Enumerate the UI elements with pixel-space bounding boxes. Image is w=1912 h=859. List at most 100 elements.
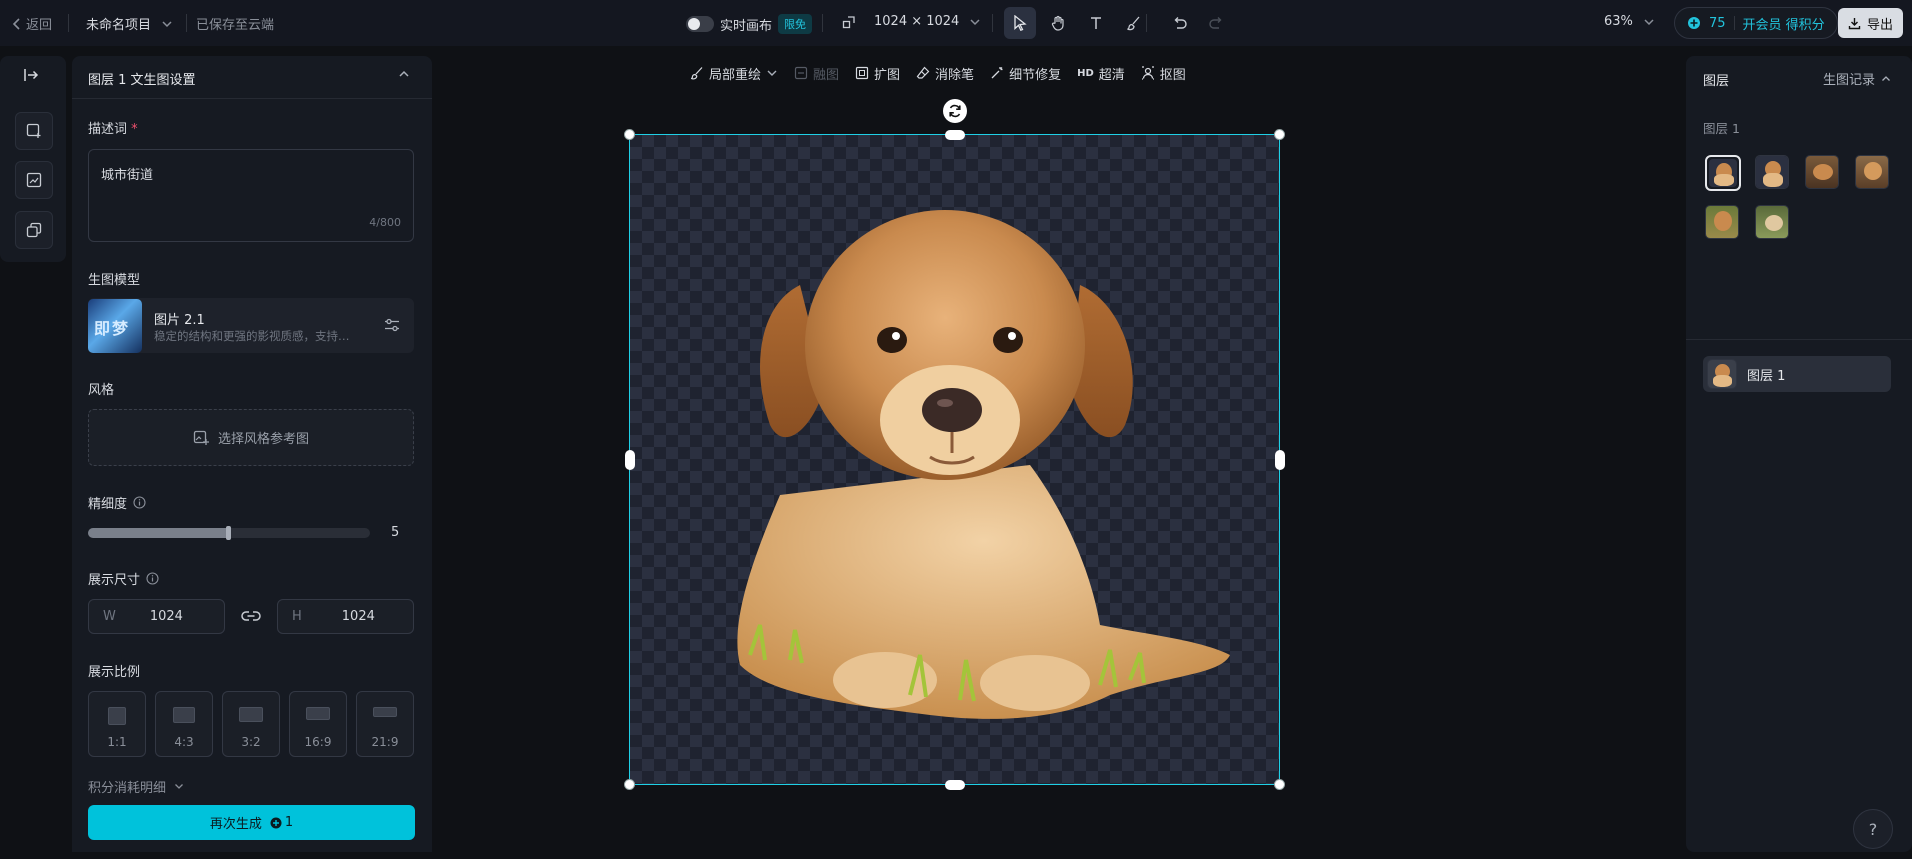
- detail-slider[interactable]: [88, 526, 370, 540]
- resize-handle[interactable]: [1275, 450, 1285, 470]
- resize-handle[interactable]: [624, 779, 635, 790]
- history-tab[interactable]: 生图记录: [1823, 69, 1891, 88]
- text-tool-button[interactable]: [1080, 7, 1112, 39]
- width-prefix: W: [103, 609, 116, 624]
- zoom-dropdown[interactable]: 63%: [1604, 14, 1655, 29]
- resize-handle[interactable]: [625, 450, 635, 470]
- model-selector[interactable]: 即梦 图片 2.1 稳定的结构和更强的影视质感，支持…: [88, 298, 414, 353]
- cost-detail-toggle[interactable]: 积分消耗明细: [88, 777, 184, 796]
- resize-handle[interactable]: [1274, 129, 1285, 140]
- collapse-settings-button[interactable]: [398, 70, 410, 78]
- cutout-button[interactable]: 抠图: [1141, 64, 1186, 83]
- ratio-label-text: 3:2: [241, 735, 261, 749]
- image-plus-icon: [26, 123, 42, 139]
- text-icon: [1089, 16, 1103, 30]
- settings-sliders-icon[interactable]: [384, 318, 400, 332]
- inpaint-label: 局部重绘: [709, 67, 762, 83]
- resize-handle[interactable]: [624, 129, 635, 140]
- image-to-image-button[interactable]: [15, 161, 53, 199]
- size-label: 展示尺寸: [88, 573, 141, 588]
- eraser-icon: [916, 66, 930, 80]
- hand-tool-button[interactable]: [1042, 7, 1074, 39]
- help-button[interactable]: ?: [1853, 809, 1893, 849]
- layers-tab[interactable]: 图层: [1703, 70, 1729, 89]
- width-field[interactable]: W 1024: [88, 599, 225, 634]
- selection-frame: [629, 134, 1280, 785]
- history-thumb[interactable]: [1755, 205, 1789, 239]
- redo-button[interactable]: [1200, 7, 1232, 39]
- ratio-options: 1:1 4:3 3:2 16:9 21:9: [88, 691, 414, 758]
- model-thumbnail: 即梦: [88, 299, 142, 353]
- ratio-option[interactable]: 21:9: [356, 691, 414, 757]
- free-badge: 限免: [778, 14, 813, 34]
- history-thumb[interactable]: [1755, 155, 1789, 189]
- layers-rail-button[interactable]: [15, 211, 53, 249]
- info-icon[interactable]: [146, 572, 159, 585]
- divider: [1686, 339, 1912, 340]
- ratio-label-text: 4:3: [174, 735, 194, 749]
- height-field[interactable]: H 1024: [277, 599, 414, 634]
- slider-thumb[interactable]: [226, 526, 231, 540]
- history-thumb-selected[interactable]: [1705, 155, 1741, 191]
- ratio-shape: [239, 707, 263, 722]
- detail-label: 精细度: [88, 497, 128, 512]
- link-icon: [241, 609, 261, 623]
- divider: [1733, 16, 1735, 30]
- undo-button[interactable]: [1164, 7, 1196, 39]
- toggle-switch[interactable]: [686, 16, 714, 32]
- ratio-option[interactable]: 3:2: [222, 691, 280, 757]
- export-button[interactable]: 导出: [1838, 8, 1904, 38]
- ratio-label-text: 1:1: [107, 735, 127, 749]
- expand-button[interactable]: 扩图: [855, 64, 900, 83]
- detail-fix-button[interactable]: 细节修复: [990, 64, 1061, 83]
- vip-label: 开会员 得积分: [1742, 17, 1825, 33]
- eraser-button[interactable]: 消除笔: [916, 64, 974, 83]
- height-prefix: H: [292, 609, 302, 624]
- layers-icon: [26, 222, 42, 238]
- detail-fix-label: 细节修复: [1009, 67, 1062, 83]
- expand-icon: [855, 66, 869, 80]
- merge-icon: [794, 66, 808, 80]
- layer-row[interactable]: 图层 1: [1703, 356, 1891, 392]
- style-button-label: 选择风格参考图: [217, 432, 309, 447]
- points-count: 75: [1709, 15, 1726, 31]
- redo-icon: [1208, 16, 1224, 30]
- help-label: ?: [1868, 819, 1878, 839]
- upscale-button[interactable]: HD 超清: [1077, 64, 1125, 83]
- resize-handle[interactable]: [1274, 779, 1285, 790]
- divider: [992, 14, 993, 32]
- regenerate-button[interactable]: 再次生成 1: [88, 805, 415, 840]
- history-thumb[interactable]: [1855, 155, 1889, 189]
- panel-expand-icon: [23, 68, 39, 82]
- realtime-canvas-toggle[interactable]: 实时画布 限免: [686, 14, 813, 34]
- resize-handle[interactable]: [945, 780, 965, 790]
- info-icon[interactable]: [133, 496, 146, 509]
- select-tool-button[interactable]: [1004, 7, 1036, 39]
- style-reference-button[interactable]: 选择风格参考图: [88, 409, 414, 466]
- cost-detail-label: 积分消耗明细: [88, 781, 167, 796]
- resize-handle[interactable]: [945, 130, 965, 140]
- history-thumb[interactable]: [1805, 155, 1839, 189]
- lock-ratio-button[interactable]: [241, 609, 261, 623]
- merge-button[interactable]: 融图: [794, 64, 839, 83]
- project-name-dropdown[interactable]: 未命名项目: [86, 14, 173, 33]
- height-value: 1024: [341, 609, 375, 624]
- ratio-option[interactable]: 4:3: [155, 691, 213, 757]
- rotate-handle[interactable]: [943, 99, 967, 123]
- back-button[interactable]: 返回: [12, 14, 52, 33]
- add-image-button[interactable]: [15, 112, 53, 150]
- prompt-textarea[interactable]: 城市街道 4/800: [88, 149, 414, 242]
- inpaint-button[interactable]: 局部重绘: [690, 64, 778, 83]
- history-thumb[interactable]: [1705, 205, 1739, 239]
- image-add-icon: [193, 429, 210, 446]
- canvas-size: 1024 × 1024: [874, 14, 960, 29]
- regenerate-cost-value: 1: [284, 815, 294, 830]
- canvas-size-dropdown[interactable]: 1024 × 1024: [842, 14, 981, 29]
- ratio-shape: [373, 707, 397, 717]
- ratio-option[interactable]: 16:9: [289, 691, 347, 757]
- ratio-option[interactable]: 1:1: [88, 691, 146, 757]
- collapse-panel-button[interactable]: [23, 68, 39, 82]
- ratio-shape: [173, 707, 195, 723]
- prompt-label-wrap: 描述词 *: [88, 118, 138, 137]
- points-pill[interactable]: 75 开会员 得积分: [1674, 7, 1838, 39]
